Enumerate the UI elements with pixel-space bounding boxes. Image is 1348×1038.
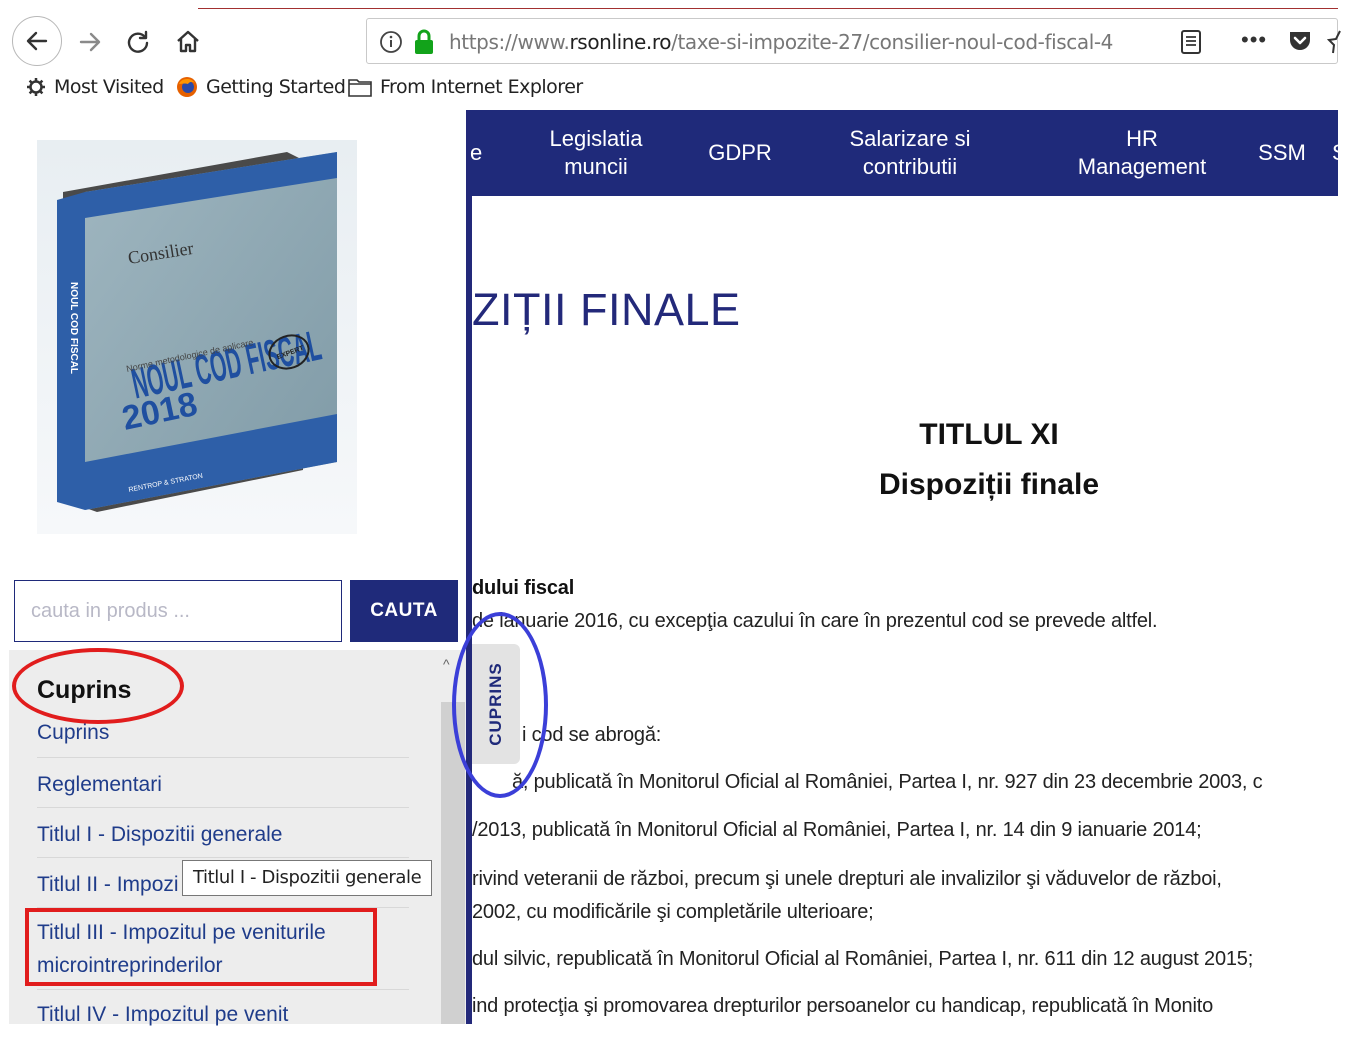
url-path: /taxe-si-impozite-27/consilier-noul-cod-… — [671, 30, 1114, 54]
cuprins-side-tab-label: CUPRINS — [486, 662, 506, 746]
nav-item-truncated-right[interactable]: S — [1332, 110, 1338, 196]
toc-item-titlul-iv[interactable]: Titlul IV - Impozitul pe venit — [37, 998, 409, 1038]
article-paragraph: rivind veteranii de război, precum şi un… — [472, 868, 1222, 890]
nav-item-hr-management[interactable]: HR Management — [1062, 110, 1222, 196]
lock-icon[interactable] — [413, 29, 435, 55]
home-icon — [177, 30, 199, 53]
url-prefix: https://www. — [449, 30, 570, 54]
toc-item-cuprins[interactable]: Cuprins — [37, 716, 409, 758]
product-search-input[interactable] — [14, 580, 342, 642]
nav-item-salarizare-si-contributii[interactable]: Salarizare si contributii — [830, 110, 990, 196]
article-paragraph: /2013, publicată în Monitorul Oficial al… — [472, 819, 1202, 841]
reload-button[interactable] — [116, 20, 160, 64]
article-paragraph: ă, publicată în Monitorul Oficial al Rom… — [512, 771, 1263, 793]
article-paragraph: 2002, cu modificările şi completările ul… — [472, 901, 874, 923]
nav-item-ssm[interactable]: SSM — [1252, 110, 1312, 196]
bookmark-getting-started[interactable]: Getting Started — [176, 76, 346, 98]
article-paragraph: i cod se abrogă: — [522, 724, 662, 746]
search-button[interactable]: CAUTA — [350, 580, 458, 642]
arrow-right-icon — [79, 32, 101, 52]
gear-icon — [27, 78, 45, 96]
bookmark-label: From Internet Explorer — [380, 76, 583, 98]
tooltip: Titlul I - Dispozitii generale — [182, 860, 433, 896]
toc-scrollbar-thumb[interactable] — [441, 702, 465, 1024]
nav-item-legislatia-muncii[interactable]: Legislatia muncii — [536, 110, 656, 196]
info-icon[interactable] — [379, 30, 403, 54]
nav-item-truncated-left[interactable]: e — [470, 110, 484, 196]
reload-icon — [127, 30, 149, 53]
nav-item-gdpr[interactable]: GDPR — [698, 110, 782, 196]
cuprins-side-tab[interactable]: CUPRINS — [472, 644, 520, 764]
page-actions-menu-icon[interactable]: ••• — [1241, 27, 1267, 53]
toc-heading: Cuprins — [37, 676, 132, 704]
reader-view-icon[interactable] — [1179, 29, 1203, 55]
site-navigation-bar: e Legislatia muncii GDPR Salarizare si c… — [470, 110, 1338, 196]
table-of-contents-panel: Cuprins Cuprins Reglementari Titlul I - … — [9, 650, 467, 1026]
product-cover-image[interactable]: Consilier NOUL COD FISCAL Norme metodolo… — [37, 140, 357, 534]
firefox-icon — [177, 77, 197, 97]
article-paragraph: ind protecţia şi promovarea drepturilor … — [472, 995, 1214, 1017]
bookmark-most-visited[interactable]: Most Visited — [26, 76, 164, 98]
scroll-up-icon[interactable]: ^ — [443, 656, 450, 672]
address-bar[interactable]: https://www.rsonline.ro/taxe-si-impozite… — [366, 18, 1341, 64]
folder-icon — [348, 79, 372, 97]
page-heading: ZIȚII FINALE — [472, 284, 741, 335]
pocket-icon[interactable] — [1287, 29, 1313, 53]
article-subheading: dului fiscal — [472, 577, 575, 599]
toc-item-titlul-iii[interactable]: Titlul III - Impozitul pe veniturile mic… — [37, 916, 409, 990]
forward-button[interactable] — [68, 20, 112, 64]
bookmark-star-icon[interactable] — [1327, 27, 1341, 55]
cover-spine-text: NOUL COD FISCAL — [68, 282, 79, 374]
url-domain: rsonline.ro — [569, 30, 672, 54]
bookmark-label: Getting Started — [206, 76, 346, 98]
bookmark-label: Most Visited — [54, 76, 164, 98]
browser-toolbar: https://www.rsonline.ro/taxe-si-impozite… — [0, 0, 1348, 110]
back-button[interactable] — [12, 16, 62, 66]
url-text[interactable]: https://www.rsonline.ro/taxe-si-impozite… — [449, 30, 1121, 54]
bookmark-folder-from-internet-explorer[interactable]: From Internet Explorer — [348, 76, 583, 98]
home-button[interactable] — [166, 20, 210, 64]
title-number: TITLUL XI — [919, 418, 1059, 451]
arrow-left-icon — [26, 31, 48, 51]
toc-item-titlul-i[interactable]: Titlul I - Dispozitii generale — [37, 818, 409, 858]
article-paragraph: dul silvic, republicată în Monitorul Ofi… — [472, 948, 1254, 970]
toc-item-reglementari[interactable]: Reglementari — [37, 768, 409, 808]
toolbar-accent-line — [198, 8, 1338, 9]
article-paragraph: de ianuarie 2016, cu excepţia cazului în… — [472, 610, 1158, 632]
bookmarks-toolbar: Most Visited Getting Started From Intern… — [0, 72, 1348, 106]
title-name: Dispoziții finale — [878, 468, 1100, 501]
article-content: ZIȚII FINALE TITLUL XI Dispoziții finale… — [472, 196, 1338, 1024]
